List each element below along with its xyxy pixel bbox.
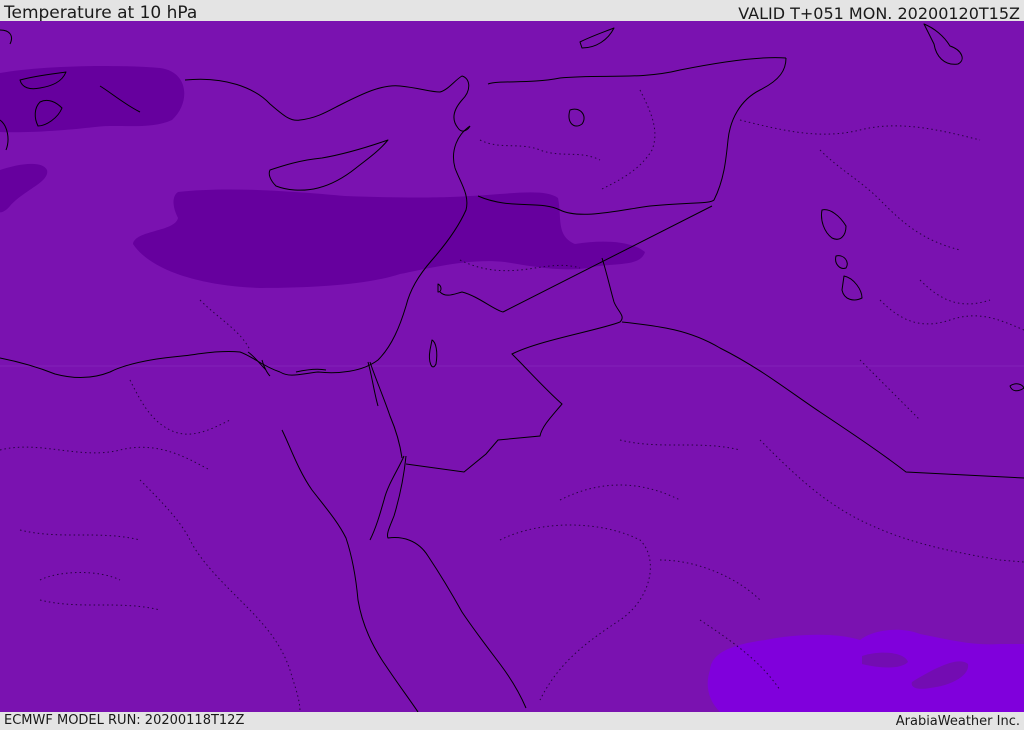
- weather-map[interactable]: [0, 21, 1024, 712]
- model-run: ECMWF MODEL RUN: 20200118T12Z: [4, 713, 245, 728]
- brand-credit: ArabiaWeather Inc.: [895, 714, 1020, 729]
- map-title: Temperature at 10 hPa: [4, 3, 198, 23]
- footer-bar: ECMWF MODEL RUN: 20200118T12Z ArabiaWeat…: [0, 712, 1024, 729]
- header-bar: Temperature at 10 hPa VALID T+051 MON. 2…: [0, 0, 1024, 23]
- cold-pocket-aegean: [0, 65, 185, 133]
